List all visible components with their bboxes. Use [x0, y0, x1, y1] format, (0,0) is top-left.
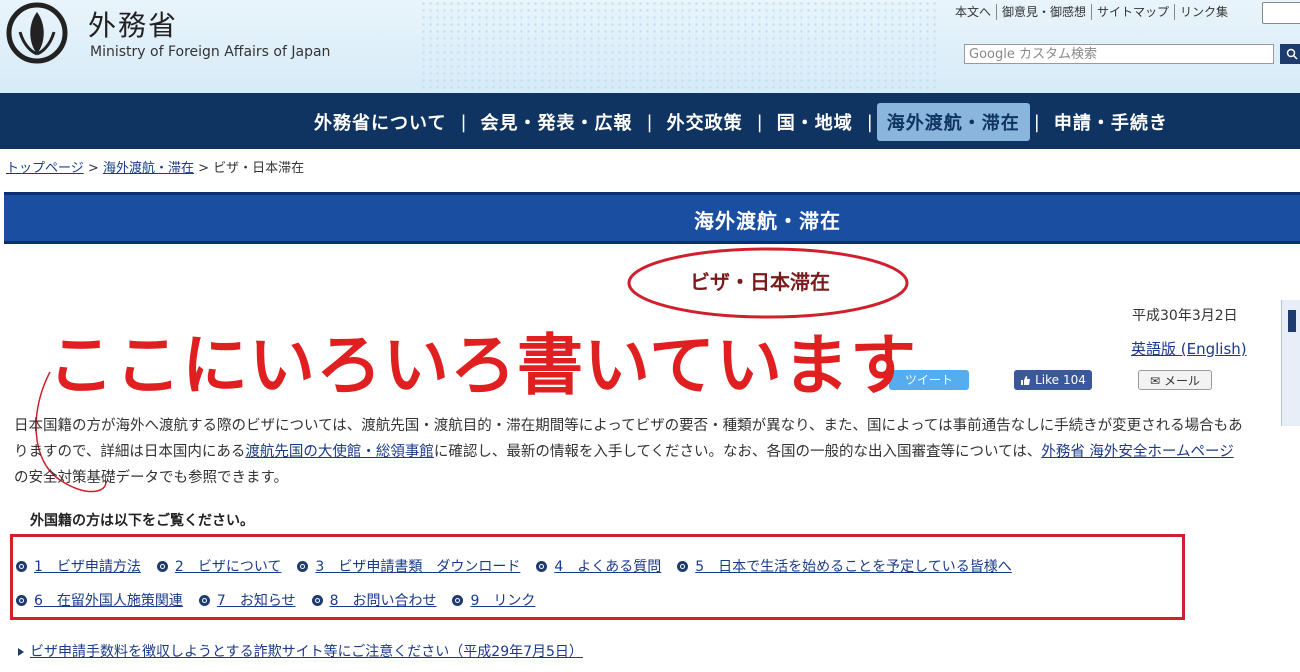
living-in-japan-link[interactable]: 5 日本で生活を始めることを予定している皆様へ	[695, 556, 1012, 576]
handwritten-annotation: ここにいろいろ書いています	[48, 327, 918, 404]
bullet-icon	[536, 560, 548, 572]
intro-text: の安全対策基礎データでも参照できます。	[14, 470, 289, 486]
mail-icon: ✉	[1150, 374, 1161, 388]
mail-label: メール	[1163, 374, 1200, 388]
visa-forms-download-link[interactable]: 3 ビザ申請書類 ダウンロード	[315, 556, 520, 576]
thumbs-up-icon	[1021, 375, 1031, 385]
fraud-notice-link[interactable]: ビザ申請手数料を徴収しようとする詐欺サイト等にご注意ください（平成29年7月5日…	[30, 644, 583, 660]
global-nav: 外務省について | 会見・発表・広報 | 外交政策 | 国・地域 | 海外渡航・…	[0, 93, 1300, 149]
section-banner: 海外渡航・滞在	[4, 192, 1300, 244]
bullet-icon	[311, 594, 323, 606]
intro-text: に確認し、最新の情報を入手してください。なお、各国の一般的な出入国審査等について…	[433, 444, 1042, 460]
breadcrumb-current: ビザ・日本滞在	[213, 161, 305, 176]
link-row-2: 6 在留外国人施策関連 7 お知らせ 8 お問い合わせ 9 リンク	[16, 590, 551, 610]
link-item: 8 お問い合わせ	[311, 590, 437, 610]
link-row-1: 1 ビザ申請方法 2 ビザについて 3 ビザ申請書類 ダウンロード 4 よくある…	[16, 556, 1028, 576]
like-label: Like	[1035, 373, 1060, 387]
link-item: 6 在留外国人施策関連	[16, 590, 183, 610]
util-link-main[interactable]: 本文へ	[950, 4, 998, 20]
links-link[interactable]: 9 リンク	[470, 590, 535, 610]
bullet-icon	[16, 594, 27, 606]
contact-link[interactable]: 8 お問い合わせ	[330, 590, 437, 610]
mail-button[interactable]: ✉ メール	[1138, 370, 1212, 390]
foreign-residents-policy-link[interactable]: 6 在留外国人施策関連	[34, 590, 183, 610]
link-item: 3 ビザ申請書類 ダウンロード	[297, 556, 520, 576]
breadcrumb-separator: >	[198, 161, 209, 176]
about-visa-link[interactable]: 2 ビザについて	[175, 556, 282, 576]
world-map-decoration	[420, 0, 940, 93]
foreigners-subheading: 外国籍の方は以下をご覧ください。	[30, 513, 254, 529]
facebook-like-button[interactable]: Like 104	[1014, 370, 1092, 390]
site-title: 外務省	[88, 9, 179, 42]
link-item: 2 ビザについて	[156, 556, 282, 576]
nav-applications[interactable]: 申請・手続き	[1044, 103, 1178, 141]
embassy-link[interactable]: 渡航先国の大使館・総領事館	[245, 444, 434, 460]
nav-separator: |	[460, 111, 467, 133]
nav-separator: |	[646, 111, 653, 133]
nav-separator: |	[866, 111, 873, 133]
bullet-icon	[677, 560, 689, 572]
visa-application-link[interactable]: 1 ビザ申請方法	[34, 556, 141, 576]
bullet-icon	[156, 560, 168, 572]
breadcrumb: トップページ > 海外渡航・滞在 > ビザ・日本滞在	[6, 157, 304, 176]
english-version-link[interactable]: 英語版 (English)	[1131, 338, 1247, 359]
faq-link[interactable]: 4 よくある質問	[554, 556, 661, 576]
search-input[interactable]: Google カスタム検索	[964, 44, 1274, 64]
nav-regions[interactable]: 国・地域	[767, 103, 863, 141]
side-panel-edge[interactable]	[1281, 300, 1300, 426]
link-item: 7 お知らせ	[198, 590, 296, 610]
nav-travel[interactable]: 海外渡航・滞在	[876, 103, 1030, 141]
breadcrumb-home[interactable]: トップページ	[6, 161, 84, 176]
section-banner-title: 海外渡航・滞在	[694, 209, 841, 233]
triangle-bullet-icon	[18, 648, 24, 656]
site-subtitle: Ministry of Foreign Affairs of Japan	[90, 44, 331, 60]
fraud-notice: ビザ申請手数料を徴収しようとする詐欺サイト等にご注意ください（平成29年7月5日…	[18, 641, 583, 661]
nav-separator: |	[1033, 111, 1040, 133]
overseas-safety-link[interactable]: 外務省 海外安全ホームページ	[1041, 444, 1233, 460]
search-button[interactable]	[1280, 44, 1300, 64]
news-link[interactable]: 7 お知らせ	[217, 590, 296, 610]
link-item: 9 リンク	[452, 590, 535, 610]
language-select-box[interactable]	[1262, 2, 1300, 24]
nav-press[interactable]: 会見・発表・広報	[471, 103, 643, 141]
utility-links: 本文へ 御意見・御感想 サイトマップ リンク集	[950, 4, 1233, 20]
nav-separator: |	[756, 111, 763, 133]
bullet-icon	[16, 560, 27, 572]
breadcrumb-separator: >	[87, 161, 99, 176]
bullet-icon	[452, 594, 464, 606]
util-link-feedback[interactable]: 御意見・御感想	[997, 4, 1093, 20]
breadcrumb-section[interactable]: 海外渡航・滞在	[103, 161, 194, 176]
util-link-links[interactable]: リンク集	[1175, 4, 1233, 20]
mofa-logo-icon[interactable]	[6, 2, 68, 64]
search-icon	[1286, 48, 1298, 60]
util-link-sitemap[interactable]: サイトマップ	[1092, 4, 1176, 20]
publish-date: 平成30年3月2日	[1132, 308, 1238, 324]
nav-policy[interactable]: 外交政策	[657, 103, 753, 141]
link-item: 4 よくある質問	[536, 556, 661, 576]
site-header: 外務省 Ministry of Foreign Affairs of Japan…	[0, 0, 1300, 93]
side-panel-marker	[1288, 310, 1296, 332]
link-item: 1 ビザ申請方法	[16, 556, 141, 576]
intro-paragraph: 日本国籍の方が海外へ渡航する際のビザについては、渡航先国・渡航目的・滞在期間等に…	[14, 413, 1248, 491]
bullet-icon	[297, 560, 309, 572]
like-count: 104	[1063, 373, 1086, 387]
bullet-icon	[198, 594, 210, 606]
nav-about[interactable]: 外務省について	[304, 103, 456, 141]
link-item: 5 日本で生活を始めることを予定している皆様へ	[677, 556, 1012, 576]
page-title: ビザ・日本滞在	[690, 270, 830, 294]
